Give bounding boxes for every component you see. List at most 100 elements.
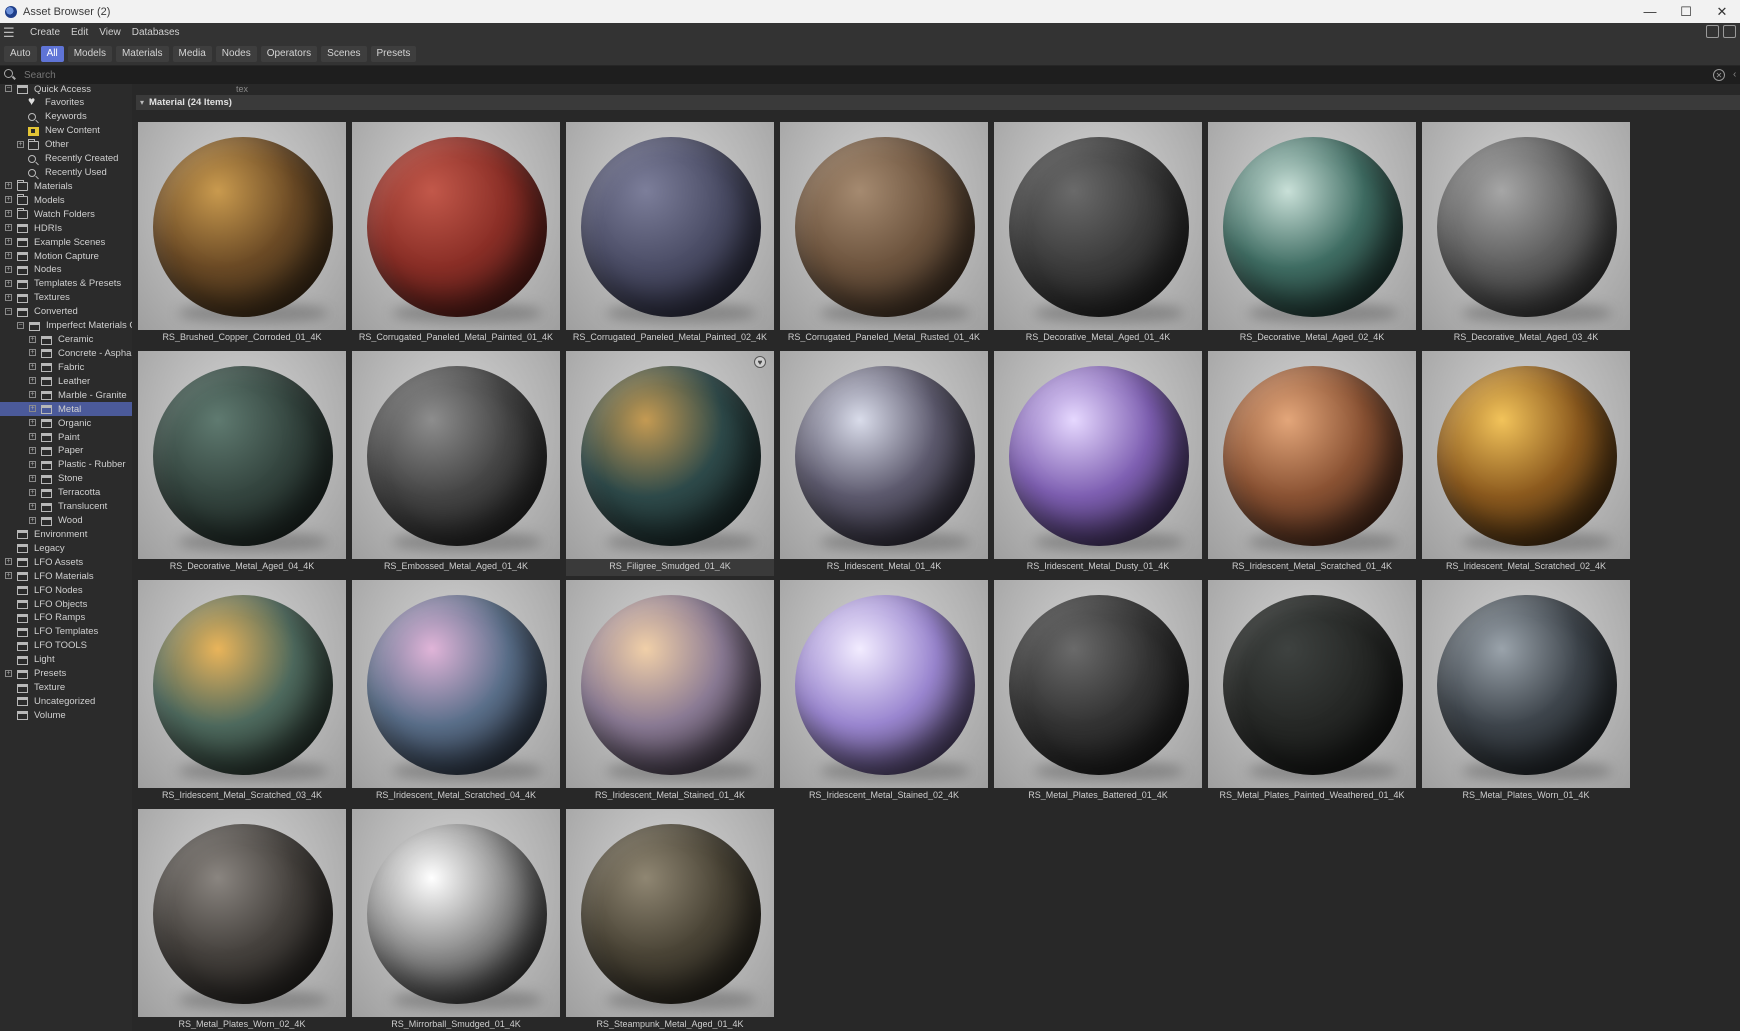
sidebar-item-fabric[interactable]: + Fabric [0,360,132,374]
asset-tile[interactable]: RS_Metal_Plates_Painted_Weathered_01_4K [1208,580,1416,805]
expand-icon[interactable]: + [29,488,36,496]
asset-tile[interactable]: RS_Iridescent_Metal_Dusty_01_4K [994,351,1202,576]
expand-icon[interactable]: + [29,363,36,371]
asset-tile[interactable]: RS_Mirrorball_Smudged_01_4K [352,809,560,1031]
expand-icon[interactable]: + [5,238,12,246]
sidebar-item-imperfect-materials-c[interactable]: − Imperfect Materials C [0,319,132,333]
material-thumbnail[interactable] [352,809,560,1017]
panel-icon[interactable] [1723,25,1736,38]
asset-tile[interactable]: RS_Steampunk_Metal_Aged_01_4K [566,809,774,1031]
asset-tile[interactable]: RS_Iridescent_Metal_Scratched_02_4K [1422,351,1630,576]
material-thumbnail[interactable] [138,351,346,559]
hamburger-menu-icon[interactable]: ☰ [3,26,19,39]
sidebar-item-new-content[interactable]: New Content [0,124,132,138]
sidebar-item-hdris[interactable]: + HDRIs [0,221,132,235]
collapse-icon[interactable]: − [5,85,12,92]
filter-materials-button[interactable]: Materials [115,45,169,62]
expand-icon[interactable]: + [29,446,36,454]
sidebar-item-materials[interactable]: + Materials [0,179,132,193]
menu-create[interactable]: Create [30,27,60,38]
sidebar-item-textures[interactable]: + Textures [0,291,132,305]
material-thumbnail[interactable] [566,809,774,1017]
expand-icon[interactable]: + [5,196,12,204]
material-thumbnail[interactable] [138,809,346,1017]
material-thumbnail[interactable] [994,351,1202,559]
expand-icon[interactable]: + [29,377,36,385]
material-thumbnail[interactable] [1422,122,1630,330]
filter-auto-button[interactable]: Auto [4,45,37,62]
filter-media-button[interactable]: Media [172,45,212,62]
sidebar-item-metal[interactable]: + Metal [0,402,132,417]
favorite-heart-icon[interactable]: ♥ [754,356,766,368]
sidebar-item-translucent[interactable]: + Translucent [0,500,132,514]
sidebar-item-terracotta[interactable]: + Terracotta [0,486,132,500]
sidebar-item-concrete-asphal[interactable]: + Concrete - Asphal [0,346,132,360]
asset-tile[interactable]: RS_Decorative_Metal_Aged_04_4K [138,351,346,576]
sidebar-item-motion-capture[interactable]: + Motion Capture [0,249,132,263]
sidebar-item-environment[interactable]: Environment [0,527,132,541]
expand-icon[interactable]: + [5,558,12,566]
sidebar-item-lfo-objects[interactable]: LFO Objects [0,597,132,611]
menu-view[interactable]: View [99,27,121,38]
maximize-icon[interactable]: ☐ [1668,0,1704,23]
asset-tile[interactable]: RS_Iridescent_Metal_Scratched_04_4K [352,580,560,805]
material-thumbnail[interactable] [138,122,346,330]
material-thumbnail[interactable] [352,351,560,559]
expand-icon[interactable]: + [29,502,36,510]
menu-databases[interactable]: Databases [132,27,180,38]
expand-icon[interactable]: + [5,252,12,260]
asset-tile[interactable]: RS_Iridescent_Metal_Stained_02_4K [780,580,988,805]
material-thumbnail[interactable] [138,580,346,788]
material-thumbnail[interactable]: ♥ [566,351,774,559]
asset-tile[interactable]: ♥ RS_Filigree_Smudged_01_4K [566,351,774,576]
material-thumbnail[interactable] [352,122,560,330]
sidebar-item-templates-presets[interactable]: + Templates & Presets [0,277,132,291]
filter-presets-button[interactable]: Presets [370,45,417,62]
expand-icon[interactable]: + [5,224,12,232]
material-thumbnail[interactable] [994,580,1202,788]
asset-tile[interactable]: RS_Iridescent_Metal_Scratched_03_4K [138,580,346,805]
material-thumbnail[interactable] [1208,351,1416,559]
asset-tile[interactable]: RS_Iridescent_Metal_Scratched_01_4K [1208,351,1416,576]
material-thumbnail[interactable] [780,351,988,559]
filter-all-button[interactable]: All [40,45,64,62]
close-icon[interactable]: ✕ [1704,0,1740,23]
sidebar-item-lfo-templates[interactable]: LFO Templates [0,625,132,639]
asset-tile[interactable]: RS_Iridescent_Metal_01_4K [780,351,988,576]
expand-icon[interactable]: + [5,669,12,677]
collapse-icon[interactable]: − [17,321,24,329]
asset-tile[interactable]: RS_Corrugated_Paneled_Metal_Rusted_01_4K [780,122,988,347]
filter-operators-button[interactable]: Operators [260,45,318,62]
sidebar-item-lfo-materials[interactable]: + LFO Materials [0,569,132,583]
expand-icon[interactable]: + [29,335,36,343]
asset-tile[interactable]: RS_Decorative_Metal_Aged_02_4K [1208,122,1416,347]
sidebar-item-models[interactable]: + Models [0,193,132,207]
clear-search-icon[interactable]: ✕ [1713,69,1725,81]
material-thumbnail[interactable] [994,122,1202,330]
sidebar-item-recently-created[interactable]: Recently Created [0,152,132,166]
sidebar-item-example-scenes[interactable]: + Example Scenes [0,235,132,249]
sidebar-item-lfo-ramps[interactable]: LFO Ramps [0,611,132,625]
sidebar-item-organic[interactable]: + Organic [0,416,132,430]
asset-tile[interactable]: RS_Metal_Plates_Worn_02_4K [138,809,346,1031]
asset-tile[interactable]: RS_Corrugated_Paneled_Metal_Painted_01_4… [352,122,560,347]
expand-icon[interactable]: + [29,433,36,440]
sidebar-item-lfo-assets[interactable]: + LFO Assets [0,555,132,569]
material-thumbnail[interactable] [352,580,560,788]
search-input[interactable] [24,68,1704,82]
expand-icon[interactable]: + [29,516,36,524]
expand-icon[interactable]: + [29,405,36,413]
expand-icon[interactable]: + [5,182,12,190]
expand-icon[interactable]: + [5,279,12,287]
expand-icon[interactable]: + [29,349,36,357]
filter-nodes-button[interactable]: Nodes [215,45,257,62]
sidebar-item-wood[interactable]: + Wood [0,514,132,528]
material-thumbnail[interactable] [566,122,774,330]
sidebar-item-uncategorized[interactable]: Uncategorized [0,694,132,708]
sidebar-item-recently-used[interactable]: Recently Used [0,166,132,180]
asset-tile[interactable]: RS_Decorative_Metal_Aged_03_4K [1422,122,1630,347]
sidebar-item-volume[interactable]: Volume [0,708,132,722]
filter-scenes-button[interactable]: Scenes [321,45,367,62]
sidebar-item-presets[interactable]: + Presets [0,667,132,681]
expand-icon[interactable]: + [5,572,12,580]
